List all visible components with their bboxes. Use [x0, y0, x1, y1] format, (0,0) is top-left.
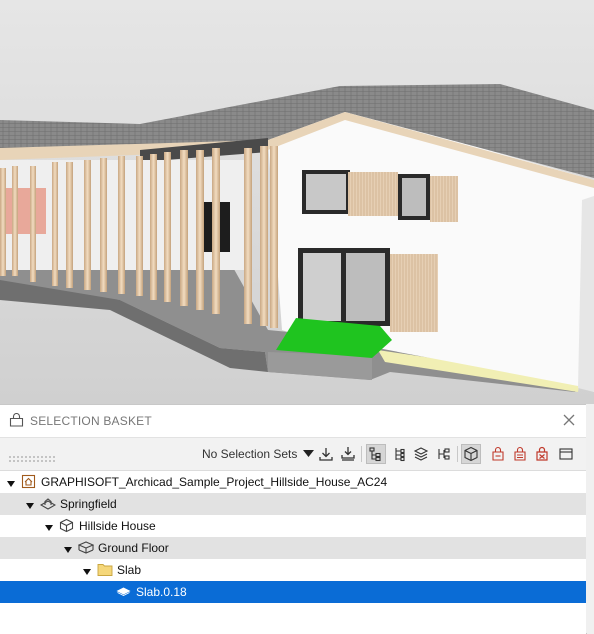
expand-triangle-icon[interactable] [45, 521, 53, 535]
import-all-icon[interactable] [338, 444, 358, 464]
expand-triangle-icon[interactable] [7, 477, 15, 491]
close-icon[interactable] [562, 413, 576, 432]
basket-icon [9, 413, 24, 432]
panel-title: SELECTION BASKET [30, 414, 152, 428]
window-toggle-icon[interactable] [556, 444, 576, 464]
tree-row-site[interactable]: Springfield [0, 493, 586, 515]
tree-row-slab-folder[interactable]: Slab [0, 559, 586, 581]
clear-basket-icon[interactable] [532, 444, 552, 464]
panel-titlebar: SELECTION BASKET [0, 405, 586, 437]
tree-row-label: Ground Floor [98, 541, 169, 555]
remove-selection-icon[interactable] [488, 444, 508, 464]
folder-icon [97, 562, 113, 580]
import-icon[interactable] [316, 444, 336, 464]
tree-view-icon-2[interactable] [389, 444, 409, 464]
project-icon [21, 474, 36, 492]
3d-viewport[interactable] [0, 0, 594, 404]
building-model-render [0, 0, 594, 404]
site-icon [39, 496, 57, 514]
tree-row-slab-item[interactable]: Slab.0.18 [0, 581, 586, 603]
selection-basket-panel: SELECTION BASKET No Selection Sets GRAPH… [0, 404, 587, 634]
selection-sets-dropdown[interactable]: No Selection Sets [202, 447, 315, 461]
toolbar-separator-2 [457, 446, 458, 462]
tree-row-floor[interactable]: Ground Floor [0, 537, 586, 559]
object-3d-icon[interactable] [461, 444, 481, 464]
panel-toolbar: No Selection Sets [0, 437, 586, 471]
tree-row-project[interactable]: GRAPHISOFT_Archicad_Sample_Project_Hills… [0, 471, 586, 493]
expand-triangle-icon[interactable] [26, 499, 34, 513]
tree-row-label: Slab [117, 563, 142, 577]
tree-row-label: Hillside House [79, 519, 156, 533]
layers-view-icon[interactable] [411, 444, 431, 464]
slab-icon [116, 584, 131, 602]
expand-triangle-icon[interactable] [64, 543, 72, 557]
toolbar-separator [361, 446, 362, 462]
tree-row-label: Springfield [60, 497, 117, 511]
selection-sets-label: No Selection Sets [202, 447, 298, 461]
tree-row-label: GRAPHISOFT_Archicad_Sample_Project_Hills… [41, 475, 388, 489]
remove-from-basket-icon[interactable] [510, 444, 530, 464]
expand-triangle-icon[interactable] [83, 565, 91, 579]
building-icon [59, 518, 74, 536]
floor-icon [77, 540, 95, 558]
hierarchy-view-icon[interactable] [434, 444, 454, 464]
tree-view-icon[interactable] [366, 444, 386, 464]
tree-row-label: Slab.0.18 [136, 585, 187, 599]
chevron-down-icon [303, 447, 315, 461]
window-edge [586, 404, 594, 633]
grip-handle[interactable] [8, 450, 56, 468]
selection-tree: GRAPHISOFT_Archicad_Sample_Project_Hills… [0, 471, 586, 603]
tree-row-building[interactable]: Hillside House [0, 515, 586, 537]
